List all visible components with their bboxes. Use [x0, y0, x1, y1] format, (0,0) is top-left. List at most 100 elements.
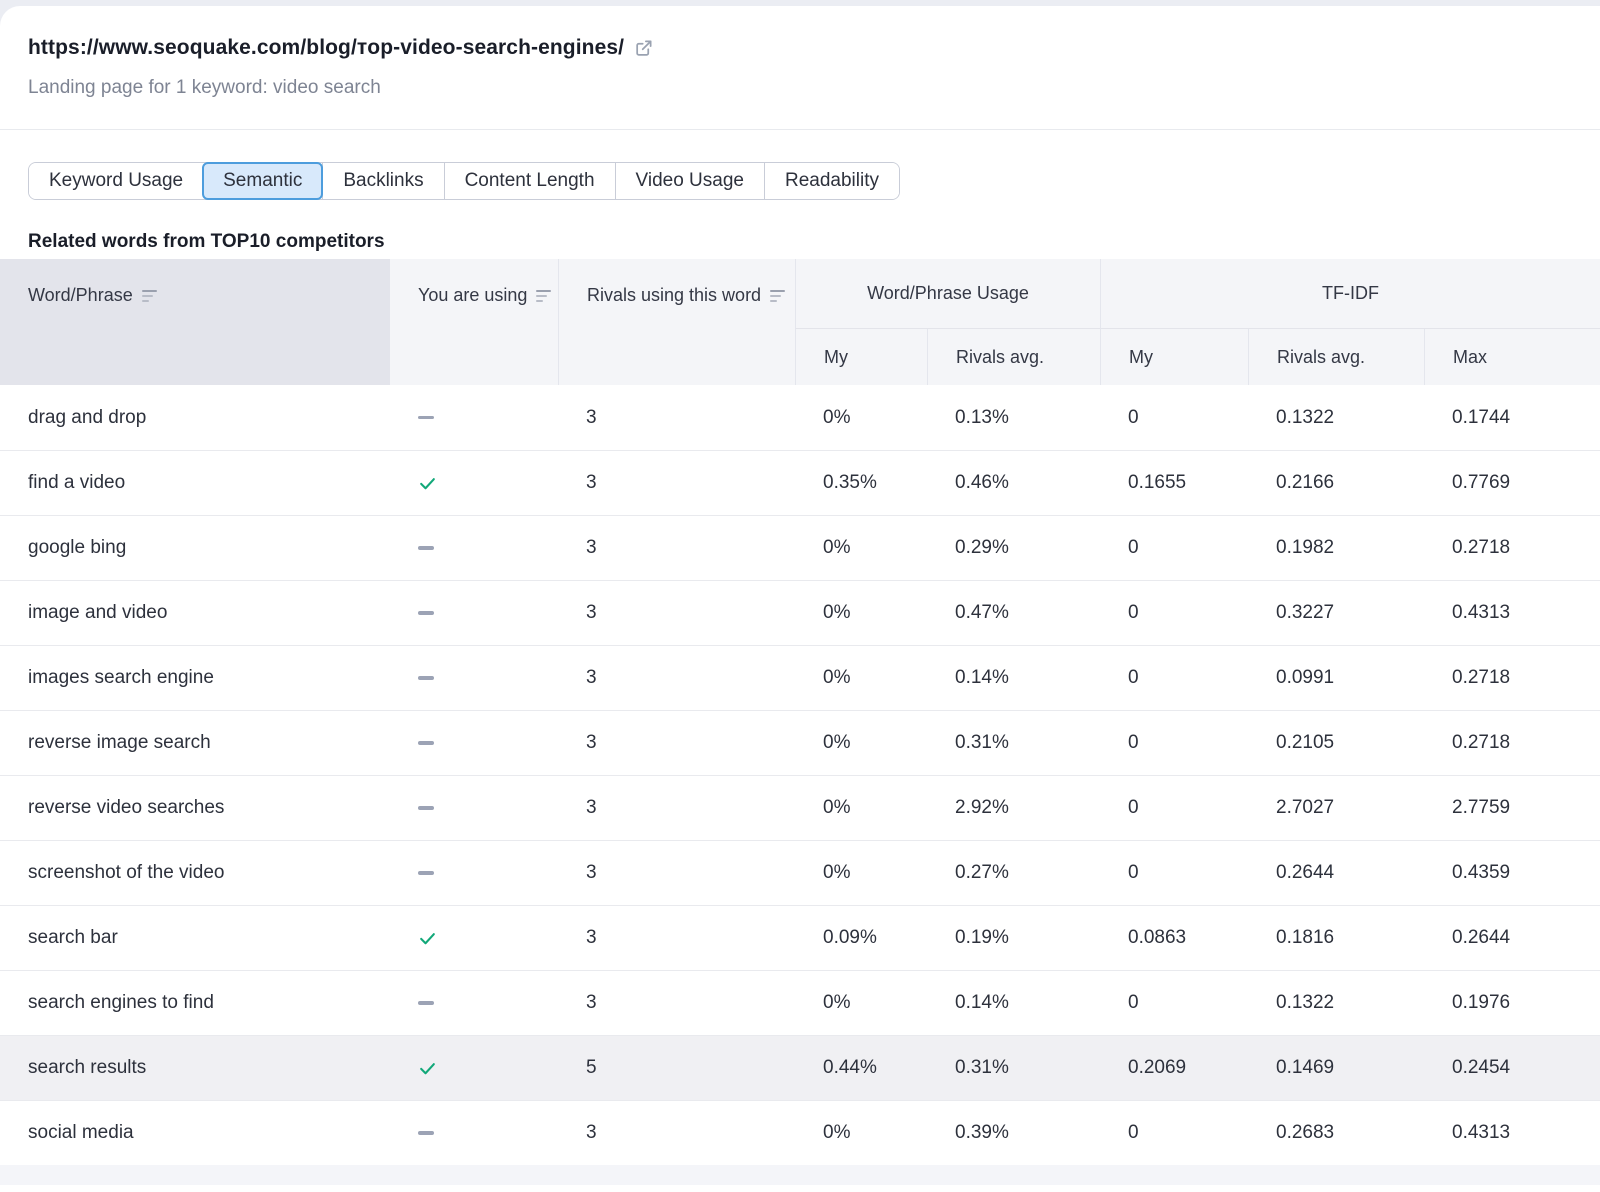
- dash-icon: [418, 1001, 434, 1005]
- table-row[interactable]: search bar 3 0.09% 0.19% 0.0863 0.1816 0…: [0, 905, 1600, 970]
- table-row[interactable]: drag and drop 3 0% 0.13% 0 0.1322 0.1744: [0, 385, 1600, 450]
- tfidf-my-cell: 0: [1100, 1101, 1248, 1165]
- dash-icon: [418, 416, 434, 420]
- tfidf-rivals-avg-cell: 0.1322: [1248, 971, 1424, 1035]
- tab-readability[interactable]: Readability: [764, 163, 899, 199]
- dash-icon: [418, 1131, 434, 1135]
- tfidf-max-cell: 0.1976: [1424, 971, 1600, 1035]
- usage-my-cell: 0.35%: [795, 451, 927, 515]
- tfidf-my-cell: 0: [1100, 581, 1248, 645]
- table-row[interactable]: social media 3 0% 0.39% 0 0.2683 0.4313: [0, 1100, 1600, 1165]
- related-words-table: Word/Phrase You are using Rivals using t…: [0, 259, 1600, 1185]
- sort-bars-icon: [536, 289, 551, 303]
- tfidf-max-cell: 0.2718: [1424, 516, 1600, 580]
- you-are-using-cell: [390, 581, 558, 645]
- sort-bars-icon: [770, 289, 785, 303]
- group-header-tf-idf: TF-IDF: [1100, 259, 1600, 329]
- tfidf-my-cell: 0.1655: [1100, 451, 1248, 515]
- usage-my-cell: 0.09%: [795, 906, 927, 970]
- table-row[interactable]: images search engine 3 0% 0.14% 0 0.0991…: [0, 645, 1600, 710]
- metrics-tab-bar: Keyword UsageSemanticBacklinksContent Le…: [28, 162, 900, 200]
- you-are-using-cell: [390, 646, 558, 710]
- table-row[interactable]: find a video 3 0.35% 0.46% 0.1655 0.2166…: [0, 450, 1600, 515]
- sort-word-phrase[interactable]: Word/Phrase: [28, 285, 157, 306]
- tab-keyword-usage[interactable]: Keyword Usage: [29, 163, 203, 199]
- page-url-link[interactable]: https://www.seoquake.com/blog/тop-video-…: [28, 36, 624, 60]
- usage-rivals-avg-cell: 0.14%: [927, 971, 1100, 1035]
- dash-icon: [418, 741, 434, 745]
- tfidf-rivals-avg-cell: 0.2683: [1248, 1101, 1424, 1165]
- you-are-using-cell: [390, 776, 558, 840]
- usage-my-cell: 0.44%: [795, 1036, 927, 1100]
- table-row[interactable]: search engines to find 3 0% 0.14% 0 0.13…: [0, 970, 1600, 1035]
- word-phrase-cell: reverse video searches: [0, 776, 390, 840]
- tfidf-max-cell: 0.4359: [1424, 841, 1600, 905]
- check-icon: [418, 474, 437, 493]
- sort-bars-icon: [142, 289, 157, 303]
- tab-content-length[interactable]: Content Length: [444, 163, 615, 199]
- group-header-word-phrase-usage: Word/Phrase Usage: [795, 259, 1100, 329]
- check-icon: [418, 1059, 437, 1078]
- table-row[interactable]: reverse image search 3 0% 0.31% 0 0.2105…: [0, 710, 1600, 775]
- table-row[interactable]: image and video 3 0% 0.47% 0 0.3227 0.43…: [0, 580, 1600, 645]
- tfidf-rivals-avg-cell: 0.0991: [1248, 646, 1424, 710]
- dash-icon: [418, 871, 434, 875]
- usage-rivals-avg-cell: 0.29%: [927, 516, 1100, 580]
- tfidf-my-cell: 0: [1100, 711, 1248, 775]
- dash-icon: [418, 611, 434, 615]
- you-are-using-cell: [390, 971, 558, 1035]
- tab-semantic[interactable]: Semantic: [202, 162, 323, 200]
- column-header-rivals-using: Rivals using this word: [558, 259, 795, 385]
- column-header-word-phrase: Word/Phrase: [0, 259, 390, 385]
- table-row[interactable]: google bing 3 0% 0.29% 0 0.1982 0.2718: [0, 515, 1600, 580]
- content-card: https://www.seoquake.com/blog/тop-video-…: [0, 6, 1600, 1192]
- tab-video-usage[interactable]: Video Usage: [615, 163, 764, 199]
- table-row[interactable]: search results 5 0.44% 0.31% 0.2069 0.14…: [0, 1035, 1600, 1100]
- rivals-count-cell: 3: [558, 776, 795, 840]
- rivals-count-cell: 3: [558, 711, 795, 775]
- sort-rivals-using[interactable]: Rivals using this word: [587, 285, 785, 306]
- table-row[interactable]: reverse video searches 3 0% 2.92% 0 2.70…: [0, 775, 1600, 840]
- usage-my-cell: 0%: [795, 776, 927, 840]
- tab-backlinks[interactable]: Backlinks: [322, 163, 443, 199]
- word-phrase-cell: search bar: [0, 906, 390, 970]
- page-header: https://www.seoquake.com/blog/тop-video-…: [0, 6, 1600, 130]
- subheader-usage-rivals-avg: Rivals avg.: [927, 329, 1100, 385]
- external-link-icon[interactable]: [634, 39, 653, 58]
- usage-my-cell: 0%: [795, 971, 927, 1035]
- rivals-count-cell: 3: [558, 516, 795, 580]
- table-row[interactable]: screenshot of the video 3 0% 0.27% 0 0.2…: [0, 840, 1600, 905]
- tfidf-rivals-avg-cell: 0.1469: [1248, 1036, 1424, 1100]
- tfidf-rivals-avg-cell: 0.1982: [1248, 516, 1424, 580]
- rivals-count-cell: 5: [558, 1036, 795, 1100]
- rivals-count-cell: 3: [558, 646, 795, 710]
- you-are-using-cell: [390, 841, 558, 905]
- subheader-tfidf-my: My: [1100, 329, 1248, 385]
- table-footer-strip: [0, 1165, 1600, 1185]
- word-phrase-cell: screenshot of the video: [0, 841, 390, 905]
- word-phrase-cell: search results: [0, 1036, 390, 1100]
- tfidf-max-cell: 0.2718: [1424, 711, 1600, 775]
- section-title: Related words from TOP10 competitors: [28, 231, 1572, 253]
- you-are-using-cell: [390, 1101, 558, 1165]
- tfidf-max-cell: 0.1744: [1424, 385, 1600, 450]
- check-icon: [418, 929, 437, 948]
- tfidf-max-cell: 0.4313: [1424, 1101, 1600, 1165]
- tfidf-max-cell: 0.7769: [1424, 451, 1600, 515]
- rivals-count-cell: 3: [558, 906, 795, 970]
- rivals-count-cell: 3: [558, 451, 795, 515]
- tfidf-rivals-avg-cell: 0.2644: [1248, 841, 1424, 905]
- table-header: Word/Phrase You are using Rivals using t…: [0, 259, 1600, 385]
- you-are-using-cell: [390, 385, 558, 450]
- you-are-using-cell: [390, 906, 558, 970]
- rivals-count-cell: 3: [558, 1101, 795, 1165]
- you-are-using-cell: [390, 1036, 558, 1100]
- column-header-you-are-using: You are using: [390, 259, 558, 385]
- usage-my-cell: 0%: [795, 841, 927, 905]
- usage-rivals-avg-cell: 0.39%: [927, 1101, 1100, 1165]
- you-are-using-cell: [390, 711, 558, 775]
- tfidf-rivals-avg-cell: 0.2166: [1248, 451, 1424, 515]
- usage-my-cell: 0%: [795, 646, 927, 710]
- tfidf-my-cell: 0: [1100, 516, 1248, 580]
- sort-you-are-using[interactable]: You are using: [418, 285, 551, 306]
